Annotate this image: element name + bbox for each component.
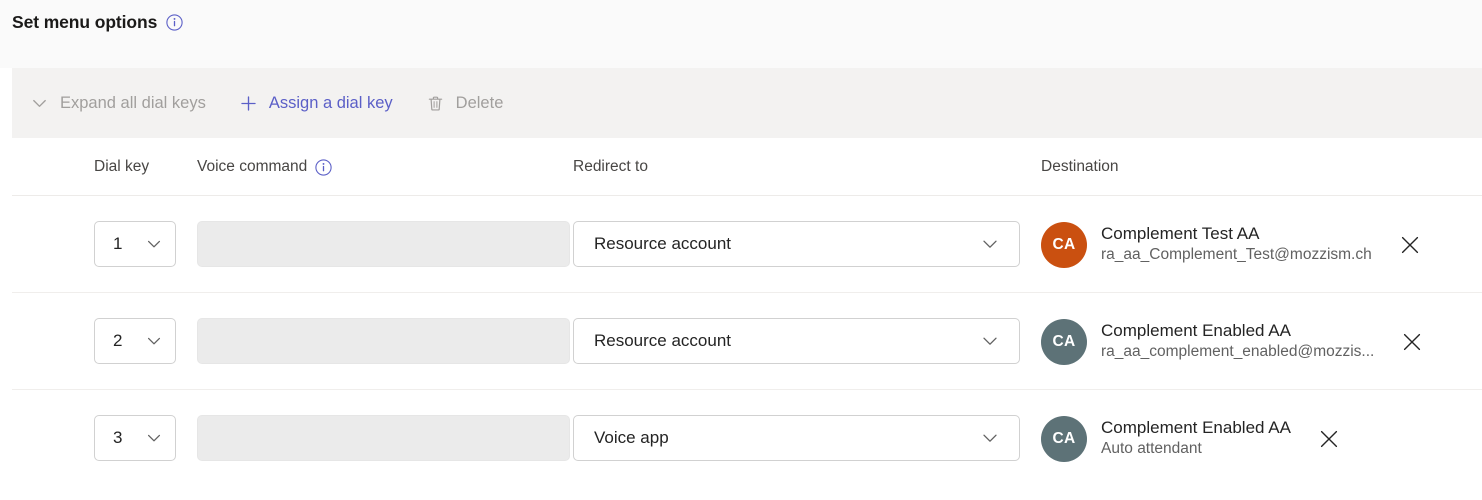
destination-cell: CA Complement Test AA ra_aa_Complement_T…: [1041, 196, 1426, 293]
column-header-dial-key: Dial key: [94, 158, 149, 176]
destination-text: Complement Enabled AA ra_aa_complement_e…: [1101, 321, 1374, 361]
avatar-initials: CA: [1052, 332, 1076, 350]
redirect-to-value: Resource account: [594, 331, 732, 350]
panel-header: Set menu options: [0, 0, 1482, 68]
column-header-voice-command: Voice command: [197, 158, 332, 176]
destination-subtitle: ra_aa_Complement_Test@mozzism.ch: [1101, 246, 1372, 264]
table-row: 2 Resource account CA Complement Enabled…: [12, 293, 1482, 390]
delete-label: Delete: [455, 93, 504, 112]
column-header-destination-label: Destination: [1041, 158, 1119, 175]
info-icon[interactable]: [315, 158, 332, 176]
destination-subtitle: Auto attendant: [1101, 440, 1202, 458]
destination-name: Complement Enabled AA: [1101, 418, 1291, 438]
chevron-down-icon: [145, 235, 163, 253]
menu-options-table: Dial key Voice command Redirect to Desti…: [0, 138, 1482, 487]
avatar-initials: CA: [1052, 429, 1076, 447]
dial-key-select[interactable]: 2: [94, 318, 176, 364]
close-icon: [1400, 330, 1424, 354]
command-bar-items: Expand all dial keys Assign a dial key D…: [20, 68, 513, 138]
chevron-down-icon: [980, 234, 1000, 254]
expand-all-dial-keys-button[interactable]: Expand all dial keys: [20, 81, 216, 125]
avatar: CA: [1041, 415, 1087, 462]
assign-a-dial-key-button[interactable]: Assign a dial key: [229, 81, 403, 125]
column-header-redirect-to: Redirect to: [573, 158, 648, 176]
close-icon: [1317, 427, 1341, 451]
chevron-down-icon: [145, 429, 163, 447]
close-icon: [1398, 233, 1422, 257]
chevron-down-icon: [30, 94, 49, 113]
dial-key-select[interactable]: 1: [94, 221, 176, 267]
table-header-row: Dial key Voice command Redirect to Desti…: [12, 138, 1482, 196]
avatar-initials: CA: [1052, 235, 1076, 253]
column-header-destination: Destination: [1041, 158, 1119, 176]
dial-key-value: 1: [113, 234, 123, 253]
redirect-to-value: Resource account: [594, 234, 732, 253]
chevron-down-icon: [980, 331, 1000, 351]
voice-command-input[interactable]: [197, 318, 570, 364]
dial-key-value: 3: [113, 428, 123, 447]
destination-text: Complement Test AA ra_aa_Complement_Test…: [1101, 224, 1372, 264]
dial-key-select[interactable]: 3: [94, 415, 176, 461]
remove-destination-button[interactable]: [1394, 229, 1426, 261]
trash-icon: [426, 94, 445, 113]
chevron-down-icon: [980, 428, 1000, 448]
destination-subtitle: ra_aa_complement_enabled@mozzis...: [1101, 343, 1375, 361]
delete-button[interactable]: Delete: [416, 81, 514, 125]
avatar: CA: [1041, 221, 1087, 268]
redirect-to-select[interactable]: Voice app: [573, 415, 1020, 461]
table-row: 1 Resource account CA Complement Test AA…: [12, 196, 1482, 293]
plus-icon: [239, 94, 258, 113]
expand-all-dial-keys-label: Expand all dial keys: [60, 93, 206, 112]
destination-text: Complement Enabled AA Auto attendant: [1101, 418, 1291, 458]
command-bar: Expand all dial keys Assign a dial key D…: [12, 68, 1482, 138]
column-header-dial-key-label: Dial key: [94, 158, 150, 175]
chevron-down-icon: [145, 332, 163, 350]
destination-name: Complement Test AA: [1101, 224, 1260, 244]
table-row: 3 Voice app CA Complement Enabled AA Aut…: [12, 390, 1482, 487]
avatar: CA: [1041, 318, 1087, 365]
info-icon[interactable]: [166, 14, 183, 31]
redirect-to-select[interactable]: Resource account: [573, 318, 1020, 364]
column-header-voice-command-label: Voice command: [197, 158, 308, 175]
destination-cell: CA Complement Enabled AA Auto attendant: [1041, 390, 1345, 487]
set-menu-options-panel: Set menu options Expand all dial keys As…: [0, 0, 1482, 500]
redirect-to-value: Voice app: [594, 428, 669, 447]
remove-destination-button[interactable]: [1396, 326, 1428, 358]
voice-command-input[interactable]: [197, 221, 570, 267]
redirect-to-select[interactable]: Resource account: [573, 221, 1020, 267]
destination-cell: CA Complement Enabled AA ra_aa_complemen…: [1041, 293, 1428, 390]
destination-name: Complement Enabled AA: [1101, 321, 1291, 341]
remove-destination-button[interactable]: [1313, 423, 1345, 455]
dial-key-value: 2: [113, 331, 123, 350]
page-title: Set menu options: [12, 12, 158, 32]
column-header-redirect-to-label: Redirect to: [573, 158, 648, 175]
voice-command-input[interactable]: [197, 415, 570, 461]
page-title-row: Set menu options: [12, 12, 183, 33]
assign-a-dial-key-label: Assign a dial key: [268, 93, 393, 112]
